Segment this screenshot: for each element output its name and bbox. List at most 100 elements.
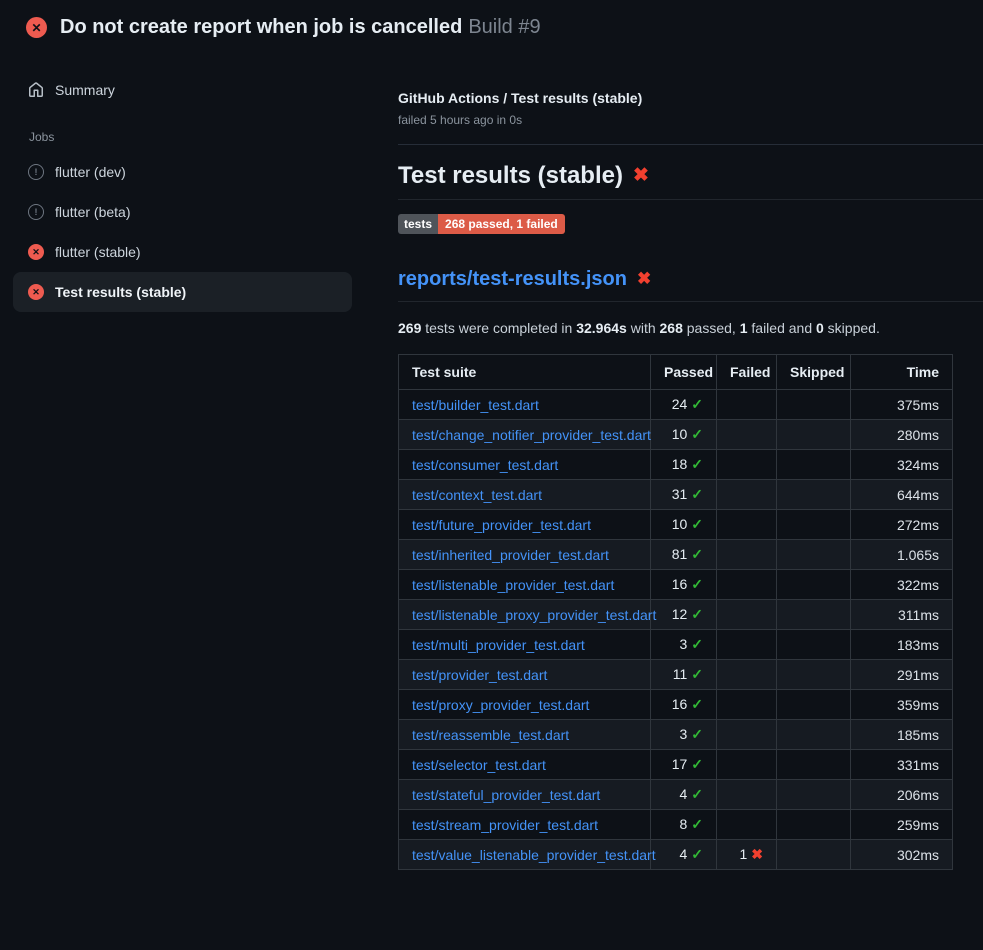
suite-link[interactable]: test/builder_test.dart (412, 397, 539, 413)
duration: 32.964s (576, 320, 627, 336)
table-row: test/stream_provider_test.dart8✓259ms (399, 810, 953, 840)
passed-count: 10 (672, 426, 688, 442)
table-row: test/future_provider_test.dart 10✓ 272ms (399, 510, 953, 540)
passed-cell: 3✓ (651, 720, 717, 750)
table-row: test/consumer_test.dart18✓324ms (399, 450, 953, 480)
column-header-time: Time (851, 355, 953, 390)
suite-link[interactable]: test/inherited_provider_test.dart (412, 547, 609, 563)
passed-cell: 24✓ (651, 390, 717, 420)
sidebar: Summary Jobs !flutter (dev)! flutter (bet… (0, 50, 370, 312)
time-value: 272ms (851, 510, 953, 540)
check-icon: ✓ (691, 426, 703, 442)
time-value: 291ms (851, 660, 953, 690)
skipped-cell (777, 750, 851, 780)
suite-cell: test/provider_test.dart (399, 660, 651, 690)
passed-count: 4 (679, 846, 687, 862)
suite-cell: test/context_test.dart (399, 480, 651, 510)
badge-value: 268 passed, 1 failed (438, 214, 565, 234)
failed-count: 1 (740, 320, 748, 336)
sidebar-item-label: flutter (stable) (55, 244, 141, 260)
passed-cell: 17✓ (651, 750, 717, 780)
suite-cell: test/future_provider_test.dart (399, 510, 651, 540)
jobs-section-label: Jobs (29, 130, 352, 144)
alert-circle-icon: ! (28, 204, 44, 220)
suite-cell: test/proxy_provider_test.dart (399, 690, 651, 720)
failed-cell (717, 690, 777, 720)
skipped-cell (777, 690, 851, 720)
tests-badge: tests 268 passed, 1 failed (398, 214, 565, 234)
total-count: 269 (398, 320, 421, 336)
suite-link[interactable]: test/selector_test.dart (412, 757, 546, 773)
time-value: 280ms (851, 420, 953, 450)
suite-link[interactable]: test/listenable_proxy_provider_test.dart (412, 607, 656, 623)
passed-count: 31 (672, 486, 688, 502)
passed-count: 16 (672, 696, 688, 712)
suite-link[interactable]: test/change_notifier_provider_test.dart (412, 427, 651, 443)
suite-link[interactable]: test/proxy_provider_test.dart (412, 697, 589, 713)
time-value: 259ms (851, 810, 953, 840)
time-value: 185ms (851, 720, 953, 750)
column-header-passed: Passed (651, 355, 717, 390)
check-icon: ✓ (691, 786, 703, 802)
failed-cell (717, 450, 777, 480)
passed-cell: 3✓ (651, 630, 717, 660)
check-icon: ✓ (691, 396, 703, 412)
passed-count: 4 (679, 786, 687, 802)
time-value: 324ms (851, 450, 953, 480)
failed-count: 1 (739, 846, 747, 862)
sidebar-item-flutter-stable[interactable]: ✕ flutter (stable) (13, 232, 352, 272)
suite-link[interactable]: test/future_provider_test.dart (412, 517, 591, 533)
badge-label: tests (398, 214, 438, 234)
skipped-count: 0 (816, 320, 824, 336)
passed-cell: 10✓ (651, 420, 717, 450)
suite-link[interactable]: test/reassemble_test.dart (412, 727, 569, 743)
table-row: test/inherited_provider_test.dart81✓1.06… (399, 540, 953, 570)
suite-cell: test/change_notifier_provider_test.dart (399, 420, 651, 450)
suite-link[interactable]: test/stateful_provider_test.dart (412, 787, 600, 803)
failed-cell (717, 630, 777, 660)
sidebar-item-flutter-dev[interactable]: !flutter (dev) (13, 152, 352, 192)
section-title-row: Test results (stable) ✖ (398, 161, 983, 200)
home-icon (28, 82, 44, 98)
column-header-skipped: Skipped (777, 355, 851, 390)
time-value: 206ms (851, 780, 953, 810)
suite-link[interactable]: test/consumer_test.dart (412, 457, 558, 473)
main-content: GitHub Actions / Test results (stable) f… (370, 50, 983, 870)
table-row: test/context_test.dart31✓644ms (399, 480, 953, 510)
table-row: test/selector_test.dart17✓331ms (399, 750, 953, 780)
check-icon: ✓ (691, 516, 703, 532)
skipped-cell (777, 540, 851, 570)
failed-cell (717, 600, 777, 630)
run-title-line: Do not create report when job is cancell… (60, 16, 541, 39)
section-failed-icon: ✖ (633, 161, 649, 191)
time-value: 302ms (851, 840, 953, 870)
suite-link[interactable]: test/stream_provider_test.dart (412, 817, 598, 833)
passed-count: 10 (672, 516, 688, 532)
sidebar-item-flutter-beta[interactable]: ! flutter (beta) (13, 192, 352, 232)
skipped-cell (777, 810, 851, 840)
run-meta: failed 5 hours ago in 0s (398, 112, 983, 128)
passed-count: 81 (672, 546, 688, 562)
report-title-link[interactable]: reports/test-results.json (398, 266, 627, 292)
suite-link[interactable]: test/listenable_provider_test.dart (412, 577, 614, 593)
skipped-cell (777, 720, 851, 750)
passed-count: 16 (672, 576, 688, 592)
suite-link[interactable]: test/value_listenable_provider_test.dart (412, 847, 656, 863)
suite-cell: test/inherited_provider_test.dart (399, 540, 651, 570)
suite-link[interactable]: test/context_test.dart (412, 487, 542, 503)
suite-link[interactable]: test/provider_test.dart (412, 667, 547, 683)
passed-cell: 16✓ (651, 570, 717, 600)
failed-cell: 1✖ (717, 840, 777, 870)
table-row: test/stateful_provider_test.dart 4✓ 206ms (399, 780, 953, 810)
passed-cell: 4✓ (651, 840, 717, 870)
check-icon: ✓ (691, 666, 703, 682)
passed-count: 18 (672, 456, 688, 472)
time-value: 375ms (851, 390, 953, 420)
sidebar-item-summary[interactable]: Summary (13, 76, 352, 104)
x-circle-icon: ✕ (28, 244, 44, 260)
sidebar-item-test-results-stable[interactable]: ✕Test results (stable) (13, 272, 352, 312)
suite-link[interactable]: test/multi_provider_test.dart (412, 637, 585, 653)
table-row: test/listenable_provider_test.dart16✓322… (399, 570, 953, 600)
sidebar-item-label: flutter (beta) (55, 204, 130, 220)
check-icon: ✓ (691, 726, 703, 742)
